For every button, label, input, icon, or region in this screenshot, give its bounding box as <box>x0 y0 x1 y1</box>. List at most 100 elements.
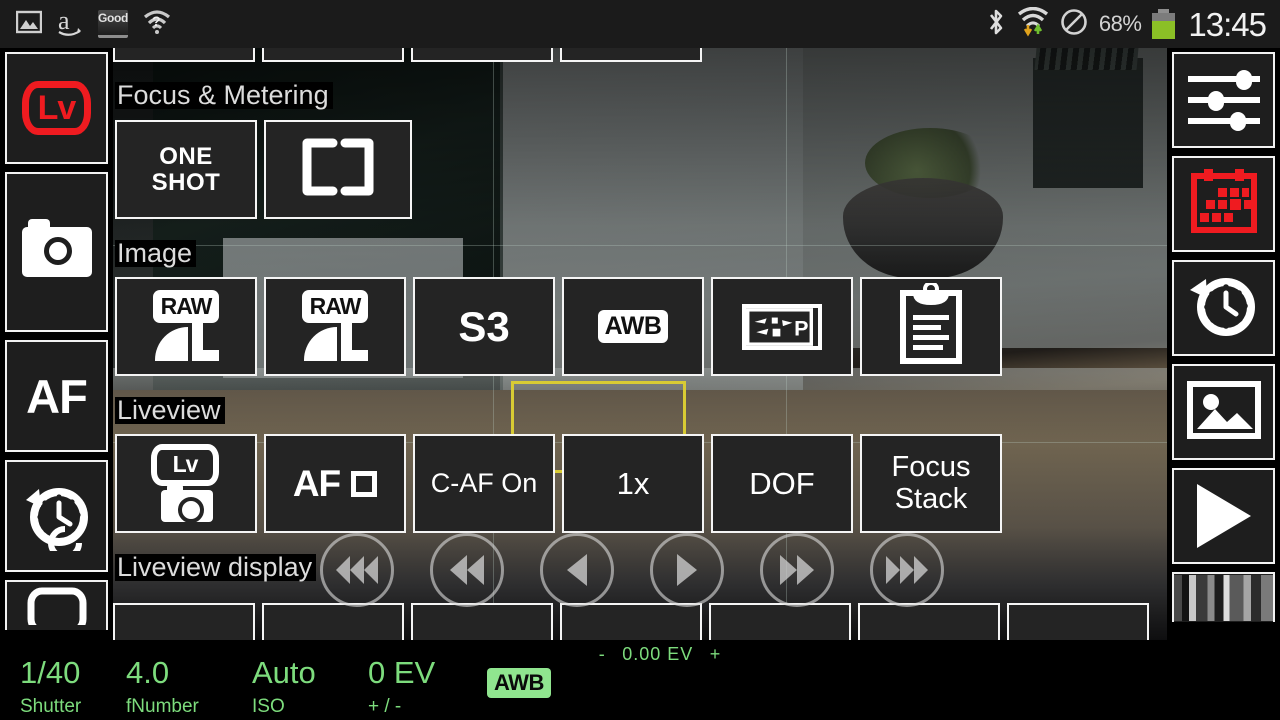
section-title-focus-metering: Focus & Metering <box>115 82 333 109</box>
bluetooth-icon <box>986 6 1006 43</box>
menu-button-metering-mode[interactable] <box>264 120 412 219</box>
playback-skip-back-fast[interactable] <box>320 533 394 607</box>
filmstrip-icon <box>1174 575 1273 621</box>
play-icon <box>677 554 697 586</box>
sidebar-item-camera-shutter[interactable] <box>5 172 108 332</box>
battery-icon <box>1152 9 1176 39</box>
shutter-value: 1/40 <box>20 655 81 690</box>
s3-label: S3 <box>458 302 510 350</box>
af-label: AF <box>26 369 88 423</box>
svg-text:a: a <box>58 7 70 35</box>
awb-status-badge[interactable]: AWB <box>487 668 551 698</box>
double-forward-icon <box>780 555 797 585</box>
playback-skip-forward-fast[interactable] <box>870 533 944 607</box>
menu-button-cut-4[interactable] <box>560 48 702 62</box>
sliders-icon <box>1186 69 1262 131</box>
section-title-image: Image <box>115 240 197 267</box>
ev-meter-value: 0.00 EV <box>622 644 694 664</box>
menu-row-image: RAW RAW S3 AWB P <box>115 277 1002 376</box>
wifi-question-icon: ? <box>142 9 172 40</box>
calendar-red-icon <box>1188 168 1260 241</box>
playback-play[interactable] <box>650 533 724 607</box>
status-bar-clock: 13:45 <box>1188 5 1267 43</box>
menu-button-depth-of-field-preview[interactable]: DOF <box>711 434 853 533</box>
sidebar-item-liveview-secondary[interactable] <box>5 580 108 630</box>
playback-skip-back[interactable] <box>430 533 504 607</box>
svg-text:P: P <box>794 316 808 340</box>
sidebar-item-autofocus[interactable]: AF <box>5 340 108 452</box>
good-icon: Good <box>98 10 128 38</box>
section-title-liveview-display: Liveview display <box>115 554 317 581</box>
android-status-bar: a Good ? 68% 13:45 <box>0 0 1280 48</box>
shutter-readout[interactable]: 1/40 Shutter <box>20 657 81 716</box>
screen-root: a Good ? 68% 13:45 Lv AF Focus & Meterin… <box>0 0 1280 720</box>
c-af-on-label: C-AF On <box>430 467 538 498</box>
sidebar-item-timelapse[interactable] <box>1172 260 1275 356</box>
menu-button-focus-stack[interactable]: Focus Stack <box>860 434 1002 533</box>
ev-readout[interactable]: 0 EV + / - <box>368 657 435 716</box>
sidebar-item-playback[interactable] <box>1172 468 1275 564</box>
ev-meter[interactable]: - 0.00 EV + <box>560 644 760 665</box>
sidebar-left: Lv AF <box>0 48 113 640</box>
sidebar-item-liveview-toggle[interactable]: Lv <box>5 52 108 164</box>
playback-step-back[interactable] <box>540 533 614 607</box>
menu-button-image-quality-raw-2[interactable]: RAW <box>264 277 406 376</box>
lv-partial-icon <box>25 583 89 630</box>
iso-readout[interactable]: Auto ISO <box>252 657 316 716</box>
triple-forward-icon <box>886 556 900 584</box>
menu-row-cut-top <box>113 48 702 62</box>
sidebar-item-bulb-ramping[interactable] <box>1172 156 1275 252</box>
fnumber-readout[interactable]: 4.0 fNumber <box>126 657 199 716</box>
playback-controls <box>320 533 944 607</box>
sidebar-item-filmstrip[interactable] <box>1172 572 1275 622</box>
menu-button-cut-1[interactable] <box>113 48 255 62</box>
clock-rotate-icon <box>21 481 93 560</box>
clock-rotate-icon <box>1186 273 1262 344</box>
lv-badge-red-icon: Lv <box>21 81 92 135</box>
menu-button-liveview-start[interactable]: Lv <box>115 434 257 533</box>
amazon-icon: a <box>56 6 84 42</box>
section-title-liveview: Liveview <box>115 397 225 424</box>
play-icon <box>1196 484 1251 548</box>
menu-button-liveview-zoom[interactable]: 1x <box>562 434 704 533</box>
menu-button-image-size-s3[interactable]: S3 <box>413 277 555 376</box>
double-rewind-icon <box>450 555 467 585</box>
fnumber-label: fNumber <box>126 696 199 717</box>
menu-button-image-notes[interactable] <box>860 277 1002 376</box>
iso-value: Auto <box>252 655 316 690</box>
menu-button-continuous-af[interactable]: C-AF On <box>413 434 555 533</box>
menu-button-image-quality-raw-1[interactable]: RAW <box>115 277 257 376</box>
svg-text:?: ? <box>152 13 161 29</box>
sidebar-item-intervalometer[interactable] <box>5 460 108 572</box>
af-square-icon: AF <box>293 463 378 505</box>
camera-status-bar: 1/40 Shutter 4.0 fNumber Auto ISO 0 EV +… <box>0 640 1280 720</box>
wifi-transfer-icon <box>1017 6 1049 42</box>
menu-row-focus-metering: ONE SHOT <box>115 120 412 219</box>
fnumber-value: 4.0 <box>126 655 170 690</box>
raw-l-icon: RAW <box>292 289 378 364</box>
metering-icon <box>299 138 377 201</box>
menu-button-liveview-af-box[interactable]: AF <box>264 434 406 533</box>
camera-icon <box>21 219 92 277</box>
status-bar-notifications: a Good ? <box>0 6 172 42</box>
awb-icon: AWB <box>597 310 669 343</box>
battery-percent-label: 68% <box>1098 11 1142 36</box>
shutter-label: Shutter <box>20 696 82 717</box>
menu-button-picture-style[interactable]: P <box>711 277 853 376</box>
triple-rewind-icon <box>336 556 350 584</box>
menu-button-cut-2[interactable] <box>262 48 404 62</box>
sidebar-item-gallery[interactable] <box>1172 364 1275 460</box>
playback-skip-forward[interactable] <box>760 533 834 607</box>
menu-button-cut-3[interactable] <box>411 48 553 62</box>
previous-icon <box>567 554 587 586</box>
zoom-level-label: 1x <box>616 465 650 501</box>
gallery-icon <box>15 9 43 40</box>
ev-value: 0 EV <box>368 655 436 690</box>
focus-stack-label: Focus Stack <box>891 451 971 515</box>
menu-button-white-balance-awb[interactable]: AWB <box>562 277 704 376</box>
image-icon <box>1186 380 1261 444</box>
menu-button-drive-one-shot[interactable]: ONE SHOT <box>115 120 257 219</box>
dof-label: DOF <box>749 465 815 501</box>
ev-meter-plus: + <box>709 644 722 664</box>
sidebar-item-settings[interactable] <box>1172 52 1275 148</box>
